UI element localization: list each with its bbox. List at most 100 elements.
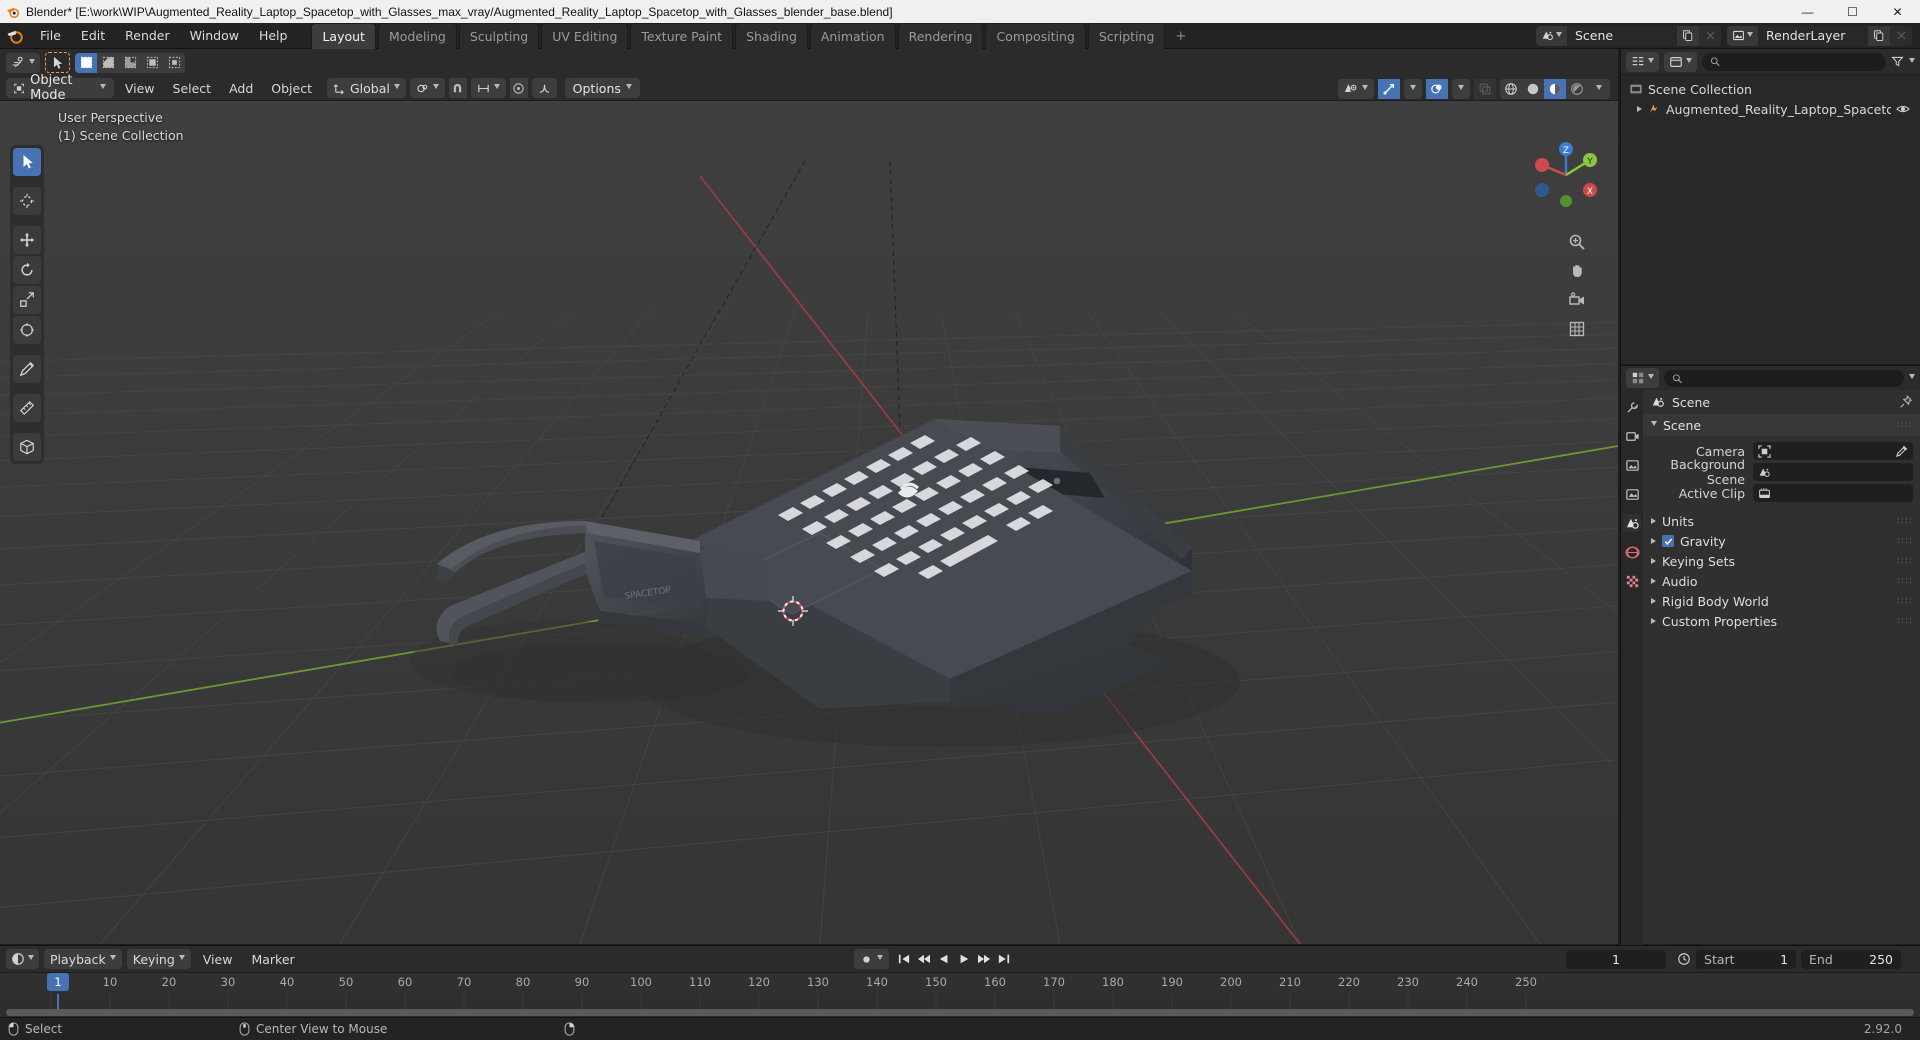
- expand-triangle-icon[interactable]: [1651, 518, 1656, 524]
- outliner-filter-icon[interactable]: [1891, 55, 1904, 68]
- properties-editor-type-selector[interactable]: [1626, 368, 1659, 388]
- minimize-button[interactable]: —: [1785, 0, 1830, 23]
- transform-orientation-selector[interactable]: Global: [327, 78, 406, 98]
- properties-search-input[interactable]: [1664, 369, 1904, 387]
- snap-magnet-toggle[interactable]: [448, 78, 467, 98]
- view-layer-name-field[interactable]: RenderLayer: [1758, 25, 1868, 46]
- gizmo-settings-selector[interactable]: [1404, 78, 1422, 99]
- camera-field[interactable]: [1753, 442, 1913, 460]
- 3d-viewport[interactable]: Object Mode View Select Add Object Globa…: [0, 49, 1618, 944]
- timeline-ruler[interactable]: 10 20 30 40 50 60 70 80 90 100 110 120 1…: [0, 972, 1920, 994]
- annotate-tool-icon[interactable]: [13, 355, 41, 383]
- solid-shading-icon[interactable]: [1522, 79, 1544, 99]
- shading-mode-group[interactable]: [1500, 78, 1610, 99]
- expand-triangle-icon[interactable]: [1651, 558, 1656, 564]
- workspace-tab-scripting[interactable]: Scripting: [1087, 22, 1166, 49]
- expand-triangle-icon[interactable]: [1651, 598, 1656, 604]
- start-frame-field[interactable]: Start 1: [1696, 949, 1797, 969]
- visibility-eye-icon[interactable]: [1896, 103, 1920, 115]
- select-intersect-icon[interactable]: [163, 53, 185, 73]
- active-tool-indicator[interactable]: [45, 52, 70, 73]
- outliner-row-scene-collection[interactable]: Scene Collection: [1621, 79, 1920, 99]
- select-mode-group[interactable]: [75, 52, 185, 73]
- viewport-menu-view[interactable]: View: [118, 79, 162, 98]
- view-layer-selector[interactable]: RenderLayer: [1727, 25, 1912, 46]
- zoom-icon[interactable]: [1566, 231, 1588, 253]
- select-subtract-icon[interactable]: [119, 53, 141, 73]
- units-section[interactable]: Units ::::: [1643, 511, 1920, 531]
- jump-to-end-button[interactable]: [994, 949, 1014, 969]
- scene-name-field[interactable]: Scene: [1567, 25, 1677, 46]
- play-button[interactable]: [954, 949, 974, 969]
- add-cube-tool-icon[interactable]: [13, 433, 41, 461]
- blender-logo-icon[interactable]: [0, 27, 30, 45]
- properties-tab-texture[interactable]: [1623, 572, 1641, 590]
- workspace-tab-layout[interactable]: Layout: [311, 22, 376, 49]
- tweak-select-tool-icon[interactable]: [13, 148, 41, 176]
- timeline-menu-view[interactable]: View: [196, 950, 240, 969]
- timeline-menu-keying[interactable]: Keying: [126, 949, 191, 969]
- workspace-tab-uv-editing[interactable]: UV Editing: [541, 22, 629, 49]
- expand-triangle-icon[interactable]: [1651, 538, 1656, 544]
- properties-editor[interactable]: Scene Scene :::: Camera Background Scene…: [1620, 365, 1920, 945]
- audio-section[interactable]: Audio ::::: [1643, 571, 1920, 591]
- end-frame-field[interactable]: End 250: [1801, 949, 1902, 969]
- workspace-tab-rendering[interactable]: Rendering: [897, 22, 984, 49]
- shading-settings-dropdown[interactable]: [1588, 79, 1610, 99]
- visibility-selector[interactable]: [1338, 78, 1374, 99]
- workspace-tab-animation[interactable]: Animation: [809, 22, 896, 49]
- workspace-tab-compositing[interactable]: Compositing: [985, 22, 1086, 49]
- transform-tool-icon[interactable]: [13, 316, 41, 344]
- menu-file[interactable]: File: [30, 25, 71, 46]
- previous-keyframe-button[interactable]: [914, 949, 934, 969]
- workspace-tab-modeling[interactable]: Modeling: [377, 22, 457, 49]
- menu-render[interactable]: Render: [115, 25, 180, 46]
- background-scene-field[interactable]: [1753, 463, 1913, 481]
- scale-tool-icon[interactable]: [13, 286, 41, 314]
- timeline-editor[interactable]: Playback Keying View Marker 1 Start 1 En…: [0, 945, 1920, 1018]
- scene-panel-header[interactable]: Scene ::::: [1643, 414, 1920, 436]
- new-scene-button[interactable]: [1677, 25, 1699, 46]
- interaction-mode-selector[interactable]: Object Mode: [6, 73, 114, 103]
- outliner-search-input[interactable]: [1702, 52, 1886, 71]
- menu-help[interactable]: Help: [249, 25, 298, 46]
- custom-properties-section[interactable]: Custom Properties ::::: [1643, 611, 1920, 631]
- proportional-editing-toggle[interactable]: [509, 78, 528, 98]
- timeline-editor-type-selector[interactable]: [6, 949, 39, 969]
- toggle-xray-button[interactable]: [1474, 78, 1496, 99]
- current-frame-field[interactable]: 1: [1566, 949, 1667, 969]
- eyedropper-icon[interactable]: [1895, 445, 1908, 458]
- maximize-button[interactable]: ☐: [1830, 0, 1875, 23]
- viewport-menu-object[interactable]: Object: [264, 79, 319, 98]
- show-gizmo-toggle[interactable]: [1378, 78, 1400, 99]
- rotate-tool-icon[interactable]: [13, 256, 41, 284]
- timeline-menu-playback[interactable]: Playback: [44, 949, 122, 969]
- editor-type-selector[interactable]: [6, 52, 40, 73]
- properties-tab-scene[interactable]: [1623, 514, 1641, 532]
- outliner-search-field[interactable]: [1725, 54, 1878, 69]
- keying-sets-section[interactable]: Keying Sets ::::: [1643, 551, 1920, 571]
- expand-triangle-icon[interactable]: [1651, 618, 1656, 624]
- unlink-scene-button[interactable]: [1699, 25, 1721, 46]
- wireframe-shading-icon[interactable]: [1500, 79, 1522, 99]
- expand-triangle-icon[interactable]: [1637, 106, 1642, 112]
- active-clip-field[interactable]: [1753, 484, 1913, 502]
- gravity-checkbox[interactable]: [1662, 535, 1674, 547]
- viewport-options-button[interactable]: Options: [564, 78, 640, 98]
- viewport-3d-render[interactable]: SPACETOP: [0, 101, 1618, 944]
- outliner-row-object[interactable]: Augmented_Reality_Laptop_Spacetop_with_: [1621, 99, 1920, 119]
- viewport-menu-add[interactable]: Add: [222, 79, 260, 98]
- auto-keying-toggle[interactable]: [853, 949, 889, 969]
- outliner-editor-type-selector[interactable]: [1626, 51, 1659, 72]
- outliner-display-mode-selector[interactable]: [1664, 51, 1697, 72]
- select-set-icon[interactable]: [75, 52, 97, 73]
- pivot-point-selector[interactable]: [409, 78, 445, 98]
- camera-view-icon[interactable]: [1566, 289, 1588, 311]
- new-view-layer-button[interactable]: [1868, 25, 1890, 46]
- scene-selector[interactable]: Scene: [1536, 25, 1721, 46]
- toggle-orthographic-icon[interactable]: [1566, 318, 1588, 340]
- timeline-playhead[interactable]: 1: [47, 973, 69, 991]
- outliner-editor[interactable]: Scene Collection Augmented_Reality_Lapto…: [1620, 49, 1920, 364]
- viewport-canvas[interactable]: SPACETOP User Perspective (1) Scene Coll…: [0, 101, 1618, 944]
- panel-collapse-triangle-icon[interactable]: [1651, 421, 1657, 429]
